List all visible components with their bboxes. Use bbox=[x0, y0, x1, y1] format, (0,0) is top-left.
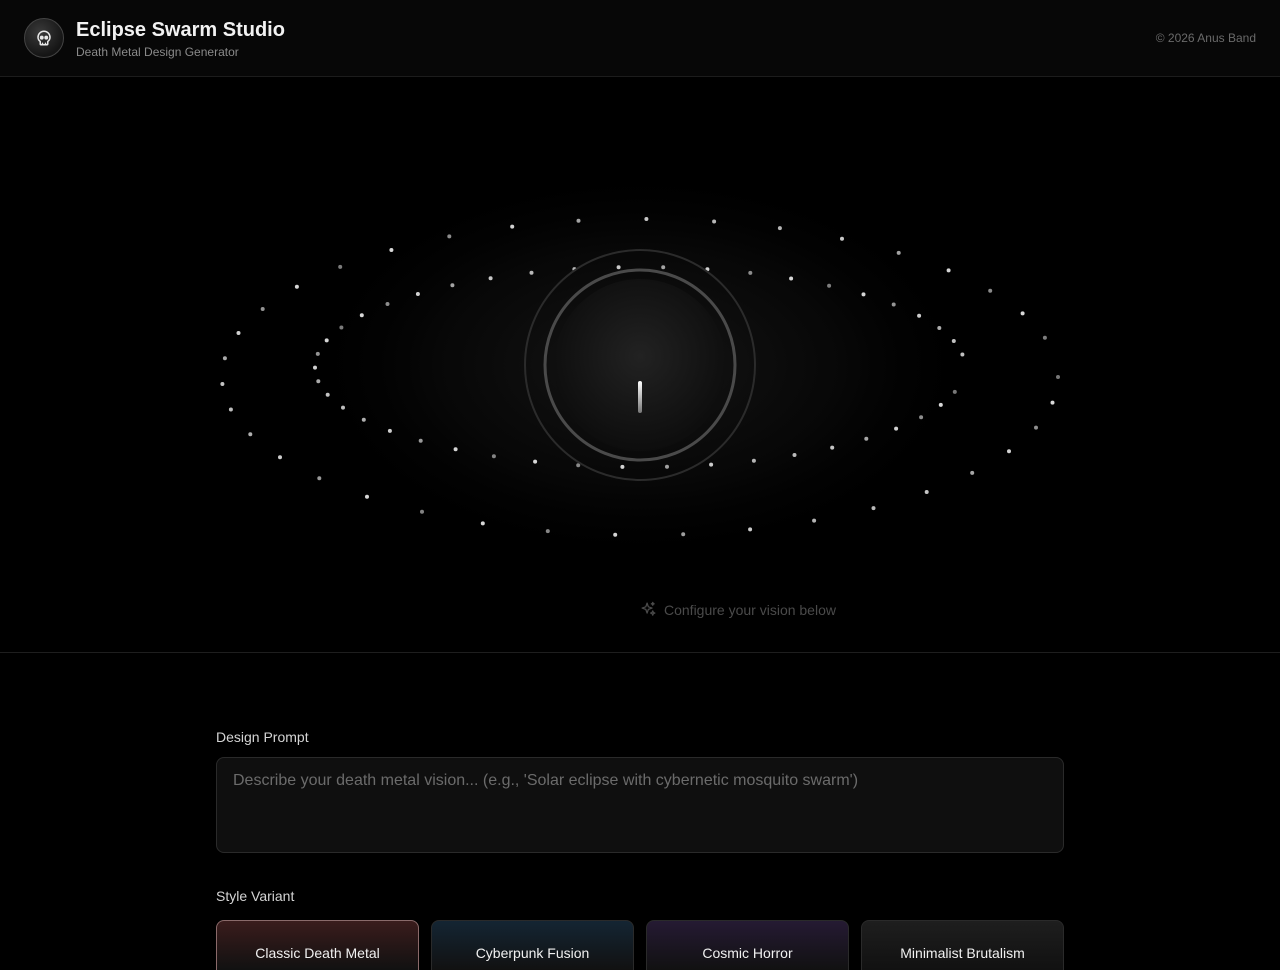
swarm-dot bbox=[777, 226, 782, 231]
app-header: Eclipse Swarm Studio Death Metal Design … bbox=[0, 0, 1280, 77]
swarm-dot bbox=[480, 521, 485, 526]
swarm-dot bbox=[222, 356, 227, 361]
swarm-dot bbox=[937, 326, 942, 330]
swarm-dot bbox=[812, 518, 817, 523]
swarm-dot bbox=[709, 462, 714, 467]
swarm-dot bbox=[681, 532, 686, 537]
swarm-dot bbox=[827, 283, 832, 288]
swarm-dot bbox=[924, 490, 929, 494]
swarm-dot bbox=[385, 302, 390, 306]
swarm-dot bbox=[952, 389, 957, 394]
configure-hint: Configure your vision below bbox=[640, 601, 836, 618]
swarm-dot bbox=[359, 313, 364, 318]
swarm-dot bbox=[260, 307, 265, 311]
configure-hint-text: Configure your vision below bbox=[664, 601, 836, 618]
swarm-dot bbox=[453, 447, 458, 452]
swarm-dot bbox=[830, 445, 835, 450]
swarm-dot bbox=[316, 379, 321, 384]
swarm-dot bbox=[420, 509, 424, 514]
swarm-dot bbox=[896, 250, 901, 255]
eclipse-swarm-visual bbox=[220, 165, 1060, 565]
swarm-dot bbox=[529, 270, 534, 275]
swarm-dot bbox=[491, 454, 496, 459]
swarm-dot bbox=[644, 217, 649, 221]
swarm-dot bbox=[488, 276, 493, 281]
swarm-dot bbox=[315, 351, 320, 356]
app-title: Eclipse Swarm Studio bbox=[76, 19, 285, 41]
swarm-dot bbox=[748, 527, 753, 532]
swarm-dot bbox=[871, 506, 876, 511]
eclipse-needle bbox=[638, 381, 642, 413]
design-prompt-input[interactable] bbox=[216, 757, 1064, 853]
swarm-dot bbox=[951, 339, 956, 343]
swarm-dot bbox=[248, 432, 253, 437]
swarm-dot bbox=[415, 292, 420, 296]
swarm-dot bbox=[387, 428, 392, 433]
swarm-dot bbox=[325, 392, 330, 397]
style-cosmic-horror-button[interactable]: Cosmic Horror bbox=[646, 920, 849, 970]
style-variant-label: Style Variant bbox=[216, 888, 295, 904]
swarm-dot bbox=[228, 407, 233, 412]
swarm-dot bbox=[1007, 449, 1011, 454]
swarm-dot bbox=[661, 265, 666, 270]
swarm-dot bbox=[338, 264, 343, 269]
swarm-dot bbox=[278, 455, 282, 460]
swarm-dot bbox=[712, 219, 717, 224]
eclipse-preview: Configure your vision below bbox=[0, 77, 1280, 653]
swarm-dot bbox=[894, 426, 899, 431]
skull-icon bbox=[24, 18, 64, 58]
swarm-dot bbox=[1042, 335, 1047, 340]
swarm-dot bbox=[792, 453, 797, 457]
style-variant-options: Classic Death Metal Cyberpunk Fusion Cos… bbox=[216, 920, 1064, 970]
design-prompt-label: Design Prompt bbox=[216, 729, 309, 745]
swarm-dot bbox=[450, 283, 455, 288]
swarm-dot bbox=[970, 470, 975, 475]
swarm-dot bbox=[1050, 400, 1055, 405]
swarm-dot bbox=[339, 325, 344, 330]
swarm-dot bbox=[748, 270, 753, 275]
swarm-dot bbox=[533, 459, 538, 464]
style-cyberpunk-fusion-button[interactable]: Cyberpunk Fusion bbox=[431, 920, 634, 970]
swarm-dot bbox=[919, 415, 924, 420]
swarm-dot bbox=[313, 365, 317, 370]
swarm-dot bbox=[891, 302, 896, 307]
swarm-dot bbox=[418, 438, 423, 443]
swarm-dot bbox=[1034, 425, 1038, 430]
swarm-dot bbox=[317, 476, 322, 481]
swarm-dot bbox=[620, 464, 625, 469]
swarm-dot bbox=[236, 331, 241, 335]
swarm-dot bbox=[294, 284, 299, 289]
swarm-dot bbox=[616, 265, 621, 270]
swarm-dot bbox=[988, 288, 993, 293]
swarm-dot bbox=[960, 352, 965, 357]
swarm-dot bbox=[840, 236, 844, 241]
swarm-dot bbox=[917, 313, 922, 318]
swarm-dot bbox=[324, 338, 329, 343]
swarm-dot bbox=[365, 494, 369, 499]
swarm-dot bbox=[341, 405, 345, 410]
swarm-dot bbox=[946, 268, 951, 273]
swarm-dot bbox=[545, 529, 550, 534]
eclipse-disc bbox=[554, 279, 726, 451]
swarm-dot bbox=[613, 532, 618, 537]
swarm-dot bbox=[751, 458, 756, 463]
copyright-text: © 2026 Anus Band bbox=[1155, 31, 1256, 45]
swarm-dot bbox=[220, 382, 225, 386]
swarm-dot bbox=[864, 436, 869, 441]
swarm-dot bbox=[938, 402, 943, 407]
swarm-dot bbox=[861, 292, 866, 297]
swarm-dot bbox=[447, 234, 452, 239]
style-minimalist-brutalism-button[interactable]: Minimalist Brutalism bbox=[861, 920, 1064, 970]
swarm-dot bbox=[389, 248, 394, 252]
swarm-dot bbox=[510, 224, 515, 229]
swarm-dot bbox=[789, 276, 794, 281]
swarm-dot bbox=[1056, 375, 1060, 379]
app-subtitle: Death Metal Design Generator bbox=[76, 45, 239, 59]
swarm-dot bbox=[665, 464, 669, 469]
swarm-dot bbox=[576, 218, 581, 223]
sparkles-icon bbox=[641, 601, 656, 616]
style-classic-death-metal-button[interactable]: Classic Death Metal bbox=[216, 920, 419, 970]
swarm-dot bbox=[361, 417, 366, 422]
swarm-dot bbox=[1020, 311, 1025, 316]
